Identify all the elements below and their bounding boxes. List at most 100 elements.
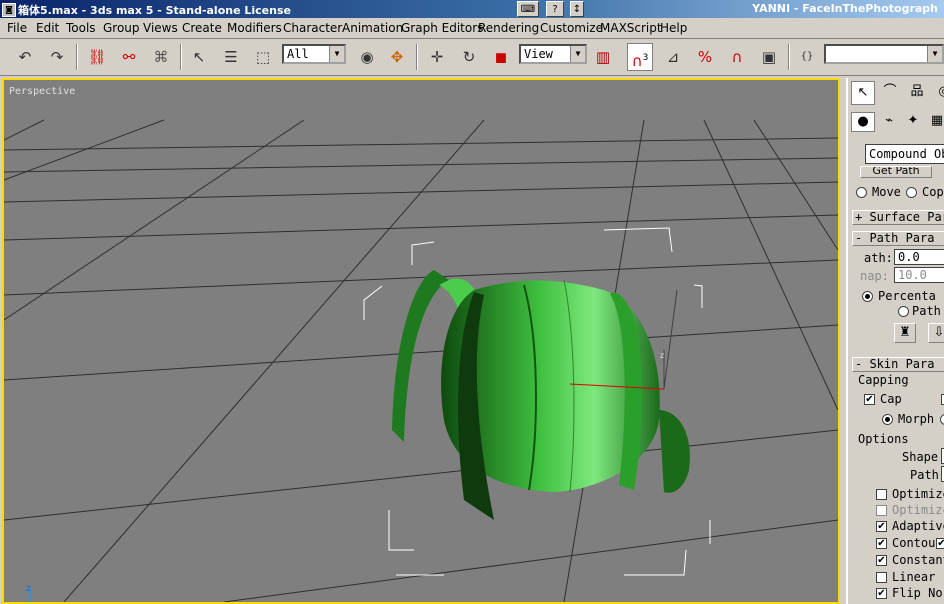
perspective-viewport[interactable]: z Perspective z — [2, 78, 840, 604]
region-select-icon[interactable]: ⬚ — [250, 43, 276, 71]
option-checkbox-0[interactable] — [876, 489, 887, 500]
unlink-icon[interactable]: ⚯ — [116, 43, 142, 71]
app-icon: ◙ — [2, 3, 16, 17]
surface-parameters-rollout[interactable]: + Surface Par — [852, 210, 944, 225]
menu-maxscript[interactable]: MAXScript — [600, 21, 662, 35]
menu-rendering[interactable]: Rendering — [478, 21, 539, 35]
option-label-6: Flip No — [892, 586, 943, 600]
manipulate-icon[interactable]: ✥ — [384, 43, 410, 71]
viewport-label[interactable]: Perspective — [9, 86, 75, 97]
menu-tools[interactable]: Tools — [66, 21, 96, 35]
path-parameters-rollout[interactable]: - Path Para — [852, 231, 944, 246]
menu-group[interactable]: Group — [103, 21, 140, 35]
option-checkbox-5[interactable] — [876, 572, 887, 583]
toolbar-separator — [416, 44, 418, 70]
undo-icon[interactable]: ↶ — [12, 43, 38, 71]
chevron-down-icon: ▼ — [927, 46, 942, 62]
category-dropdown[interactable]: Compound Ob — [865, 144, 944, 164]
snap-value-input[interactable]: 10.0 — [894, 267, 944, 283]
selection-filter-dropdown[interactable]: All ▼ — [282, 44, 346, 64]
select-rotate-icon[interactable]: ↻ — [456, 43, 482, 71]
menu-character[interactable]: Character — [283, 21, 342, 35]
reference-coord-value: View — [524, 47, 553, 61]
menu-edit[interactable]: Edit — [36, 21, 59, 35]
option-checkbox-3b[interactable]: ✔ — [936, 538, 944, 549]
option-checkbox-4[interactable]: ✔ — [876, 555, 887, 566]
selection-filter-value: All — [287, 47, 309, 61]
option-checkbox-3[interactable]: ✔ — [876, 538, 887, 549]
copy-radio[interactable] — [906, 187, 917, 198]
toolbar-separator — [180, 44, 182, 70]
options-title: Options — [858, 432, 909, 446]
title-bar: ◙ 箱体5.max - 3ds max 5 - Stand-alone Lice… — [0, 0, 944, 18]
percent-snap-icon[interactable]: % — [692, 43, 718, 71]
menu-create[interactable]: Create — [182, 21, 222, 35]
named-selection-icon[interactable]: ▣ — [756, 43, 782, 71]
home-grid — [4, 119, 838, 602]
percentage-radio[interactable] — [862, 291, 873, 302]
path-steps-count-label: Path — [910, 468, 939, 482]
create-tab[interactable]: ↖ — [851, 81, 875, 105]
path-steps-radio[interactable] — [898, 306, 909, 317]
scroll-arrows-icon[interactable]: ↕ — [570, 1, 584, 17]
path-value-input[interactable]: 0.0 — [894, 249, 944, 265]
menu-modifiers[interactable]: Modifiers — [227, 21, 282, 35]
cameras-icon[interactable]: ▦ — [926, 112, 944, 132]
morph-radio[interactable] — [882, 414, 893, 425]
menu-file[interactable]: File — [7, 21, 27, 35]
select-by-name-icon[interactable]: ☰ — [218, 43, 244, 71]
skin-parameters-rollout[interactable]: - Skin Para — [852, 357, 944, 372]
right-window-title: YANNI - FaceInThePhotograph — [752, 2, 938, 15]
angle-snap-icon[interactable]: ⊿ — [660, 43, 686, 71]
option-label-1: Optimize — [892, 503, 944, 517]
get-path-button[interactable]: Get Path — [860, 166, 932, 178]
path-label: ath: — [864, 251, 893, 265]
option-label-0: Optimize — [892, 487, 944, 501]
cap-checkbox[interactable]: ✔ — [864, 394, 875, 405]
named-selection-dropdown[interactable]: ▼ — [824, 44, 944, 64]
redo-icon[interactable]: ↷ — [44, 43, 70, 71]
option-checkbox-6[interactable]: ✔ — [876, 588, 887, 599]
hierarchy-tab[interactable]: 品 — [905, 81, 929, 105]
move-radio[interactable] — [856, 187, 867, 198]
toolbar-separator — [788, 44, 790, 70]
help-button[interactable]: ? — [546, 1, 564, 17]
select-scale-icon[interactable]: ◼ — [488, 43, 514, 71]
menu-graph-editors[interactable]: Graph Editors — [401, 21, 483, 35]
motion-tab[interactable]: ◎ — [932, 81, 944, 105]
menu-help[interactable]: Help — [660, 21, 687, 35]
next-shape-icon[interactable]: ⇩ — [928, 323, 944, 343]
toolbar-separator — [76, 44, 78, 70]
menu-views[interactable]: Views — [143, 21, 178, 35]
loft-object[interactable] — [392, 270, 690, 520]
menu-customize[interactable]: Customize — [540, 21, 603, 35]
option-checkbox-1[interactable] — [876, 505, 887, 516]
link-icon[interactable]: ⛓ — [84, 43, 110, 71]
geometry-icon[interactable]: ● — [851, 112, 875, 132]
keyboard-icon[interactable]: ⌨ — [517, 1, 539, 17]
viewport-scene: z — [4, 119, 838, 602]
select-icon[interactable]: ↖ — [186, 43, 212, 71]
grid-radio[interactable] — [940, 414, 944, 425]
option-checkbox-2[interactable]: ✔ — [876, 521, 887, 532]
pick-shape-icon[interactable]: ♜ — [894, 323, 916, 343]
pivot-icon[interactable]: ▥ — [590, 43, 616, 71]
lights-icon[interactable]: ✦ — [902, 112, 924, 132]
snap-toggle-button[interactable]: ∩3 — [627, 43, 653, 71]
option-label-5: Linear — [892, 570, 936, 584]
spinner-snap-icon[interactable]: ∩ — [724, 43, 750, 71]
shapes-icon[interactable]: ⌁ — [878, 112, 900, 132]
path-steps-label: Path — [912, 304, 941, 318]
cap-label: Cap — [880, 392, 902, 406]
select-by-target-icon[interactable]: ◉ — [354, 43, 380, 71]
reference-coord-dropdown[interactable]: View ▼ — [519, 44, 587, 64]
snap-icon: ∩ — [631, 52, 643, 70]
command-panel: ↖ ⌒ 品 ◎ ● ⌁ ✦ ▦ Compound Ob Get Path Mov… — [846, 78, 944, 604]
option-label-2: Adaptive — [892, 519, 944, 533]
abc-icon[interactable]: {} — [794, 43, 820, 71]
chevron-down-icon: ▼ — [570, 46, 585, 62]
modify-tab[interactable]: ⌒ — [878, 81, 902, 105]
bind-space-warp-icon[interactable]: ⌘ — [148, 43, 174, 71]
select-move-icon[interactable]: ✛ — [424, 43, 450, 71]
menu-animation[interactable]: Animation — [342, 21, 403, 35]
